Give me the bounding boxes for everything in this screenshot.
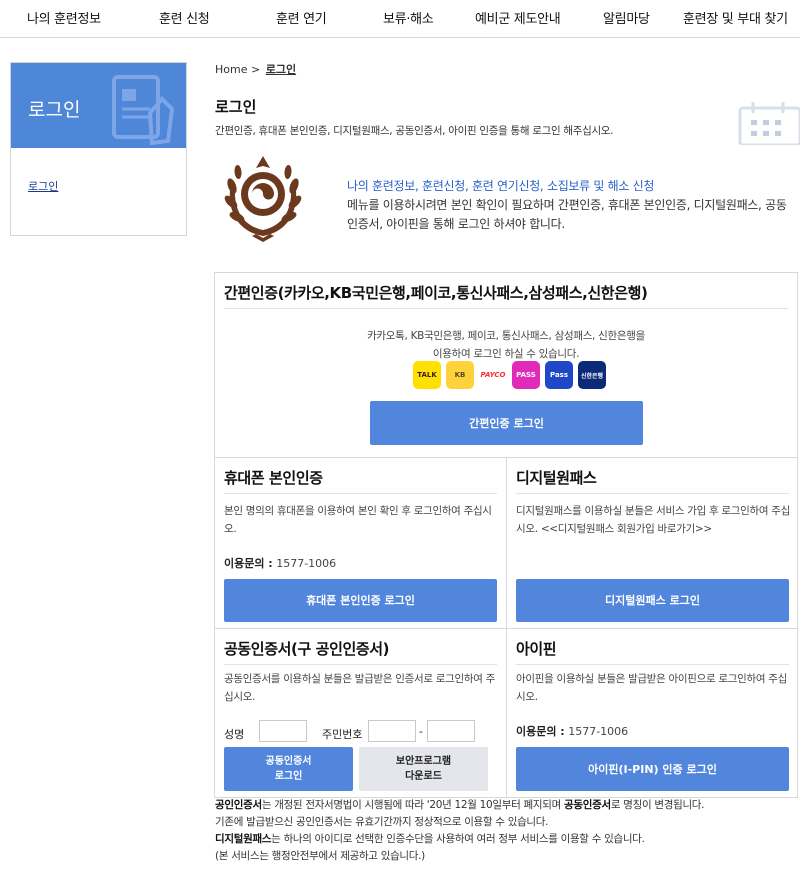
kakao-logo-text: TALK: [417, 371, 437, 379]
auth-provider-logos: TALK KB PAYCO PASS Pass 신한은행: [413, 361, 606, 389]
pass-icon: PASS: [512, 361, 540, 389]
nav-system-guide[interactable]: 예비군 제도안내: [475, 8, 561, 27]
security-download-button[interactable]: 보안프로그램 다운로드: [359, 747, 488, 791]
sidebar-item-login[interactable]: 로그인: [28, 178, 58, 194]
nav-hold-release[interactable]: 보류·해소: [383, 8, 434, 27]
breadcrumb: Home > 로그인: [215, 61, 296, 77]
rrn-separator: -: [419, 725, 423, 738]
onepass-login-button[interactable]: 디지털원패스 로그인: [516, 579, 789, 622]
ipin-inquiry-label: 이용문의 :: [516, 725, 565, 738]
payco-icon: PAYCO: [479, 361, 507, 389]
onepass-signup-link[interactable]: <<디지털원패스 회원가입 바로가기>>: [541, 523, 712, 535]
phone-inquiry-number: 1577-1006: [276, 557, 337, 570]
nav-notice[interactable]: 알림마당: [603, 8, 650, 27]
intro-description: 메뉴를 이용하시려면 본인 확인이 필요하며 간편인증, 휴대폰 본인인증, 디…: [347, 198, 787, 231]
note-line-2: 기존에 발급받으신 공인인증서는 유효기간까지 정상적으로 이용할 수 있습니다…: [215, 816, 549, 828]
note-line-4: (본 서비스는 행정안전부에서 제공하고 있습니다.): [215, 850, 425, 862]
ipin-inquiry-number: 1577-1006: [568, 725, 629, 738]
page-title: 로그인: [215, 98, 257, 116]
phone-auth-title: 휴대폰 본인인증: [224, 469, 323, 487]
name-label: 성명: [224, 728, 245, 741]
reserve-forces-emblem-icon: [224, 156, 302, 242]
shinhan-logo-text: 신한은행: [580, 372, 604, 380]
divider: [224, 664, 497, 665]
phone-auth-login-button[interactable]: 휴대폰 본인인증 로그인: [224, 579, 497, 622]
simple-auth-login-button[interactable]: 간편인증 로그인: [370, 401, 643, 445]
phone-auth-description: 본인 명의의 휴대폰을 이용하여 본인 확인 후 로그인하여 주십시오.: [224, 505, 492, 535]
ipin-login-button[interactable]: 아이핀(I-PIN) 인증 로그인: [516, 747, 789, 791]
samsung-pass-icon: Pass: [545, 361, 573, 389]
note-cert-term: 공인인증서: [215, 799, 262, 811]
onepass-title: 디지털원패스: [516, 469, 597, 487]
breadcrumb-home[interactable]: Home: [215, 63, 247, 76]
phone-inquiry-label: 이용문의 :: [224, 557, 273, 570]
rrn-back-input[interactable]: [427, 720, 475, 742]
note-onepass-term: 디지털원패스: [215, 833, 272, 845]
note-cert-end: 로 명칭이 변경됩니다.: [610, 799, 705, 811]
kb-logo-text: KB: [454, 371, 466, 379]
page-subtitle: 간편인증, 휴대폰 본인인증, 디지털원패스, 공동인증서, 아이핀 인증을 통…: [215, 125, 614, 137]
simple-auth-description: 카카오톡, KB국민은행, 페이코, 통신사패스, 삼성패스, 신한은행을 이용…: [224, 327, 788, 363]
nav-training-postpone[interactable]: 훈련 연기: [276, 8, 327, 27]
calendar-icon: [738, 102, 800, 145]
samsung-pass-logo-text: Pass: [550, 371, 568, 379]
note-line-3: 디지털원패스는 하나의 아이디로 선택한 인증수단을 사용하여 여러 정부 서비…: [215, 831, 795, 848]
security-download-line1: 보안프로그램: [395, 756, 452, 767]
ipin-title: 아이핀: [516, 640, 557, 658]
note-cert-mid: 는 개정된 전자서명법이 시행됨에 따라 '20년 12월 10일부터 폐지되며: [261, 799, 565, 811]
divider: [224, 493, 497, 494]
sidebar-title: 로그인: [28, 99, 81, 121]
note-line-1: 공인인증서는 개정된 전자서명법이 시행됨에 따라 '20년 12월 10일부터…: [215, 797, 795, 814]
phone-inquiry: 이용문의 : 1577-1006: [224, 555, 336, 571]
security-download-line2: 다운로드: [405, 771, 442, 782]
tablet-hand-icon: [112, 75, 175, 146]
top-nav: 나의 훈련정보 훈련 신청 훈련 연기 보류·해소 예비군 제도안내 알림마당 …: [0, 0, 800, 38]
intro-menu-list: 나의 훈련정보, 훈련신청, 훈련 연기신청, 소집보류 및 해소 신청: [347, 179, 655, 193]
rrn-front-input[interactable]: [368, 720, 416, 742]
kb-bank-icon: KB: [446, 361, 474, 389]
onepass-description: 디지털원패스를 이용하실 분들은 서비스 가입 후 로그인하여 주십시오. <<…: [516, 502, 796, 538]
certificate-login-line2: 로그인: [274, 771, 303, 782]
certificate-login-button[interactable]: 공동인증서 로그인: [224, 747, 353, 791]
sidebar: 로그인 로그인: [10, 62, 187, 236]
breadcrumb-current[interactable]: 로그인: [266, 63, 296, 76]
sidebar-header: 로그인: [11, 63, 186, 148]
simple-auth-title: 간편인증(카카오,KB국민은행,페이코,통신사패스,삼성패스,신한은행): [224, 284, 648, 302]
note-joint-cert-term: 공동인증서: [564, 799, 611, 811]
certificate-login-line1: 공동인증서: [265, 756, 312, 767]
name-input[interactable]: [259, 720, 307, 742]
ipin-inquiry: 이용문의 : 1577-1006: [516, 723, 628, 739]
shinhan-bank-icon: 신한은행: [578, 361, 606, 389]
breadcrumb-separator: >: [250, 63, 261, 76]
ipin-description: 아이핀을 이용하실 분들은 발급받은 아이핀으로 로그인하여 주십시오.: [516, 673, 787, 703]
rrn-label: 주민번호: [322, 728, 363, 741]
payco-logo-text: PAYCO: [480, 371, 506, 379]
divider: [224, 308, 788, 309]
pass-logo-text: PASS: [516, 371, 536, 379]
divider: [516, 493, 789, 494]
divider: [516, 664, 789, 665]
certificate-title: 공동인증서(구 공인인증서): [224, 640, 390, 658]
kakao-talk-icon: TALK: [413, 361, 441, 389]
nav-my-training[interactable]: 나의 훈련정보: [27, 8, 101, 27]
certificate-description: 공동인증서를 이용하실 분들은 발급받은 인증서로 로그인하여 주십시오.: [224, 673, 495, 703]
simple-auth-desc-line1: 카카오톡, KB국민은행, 페이코, 통신사패스, 삼성패스, 신한은행을: [367, 330, 645, 342]
notice-notes: 공인인증서는 개정된 전자서명법이 시행됨에 따라 '20년 12월 10일부터…: [215, 797, 795, 865]
note-onepass-end: 는 하나의 아이디로 선택한 인증수단을 사용하여 여러 정부 서비스를 이용할…: [271, 833, 645, 845]
nav-training-apply[interactable]: 훈련 신청: [159, 8, 210, 27]
nav-find-unit[interactable]: 훈련장 및 부대 찾기: [683, 8, 788, 27]
